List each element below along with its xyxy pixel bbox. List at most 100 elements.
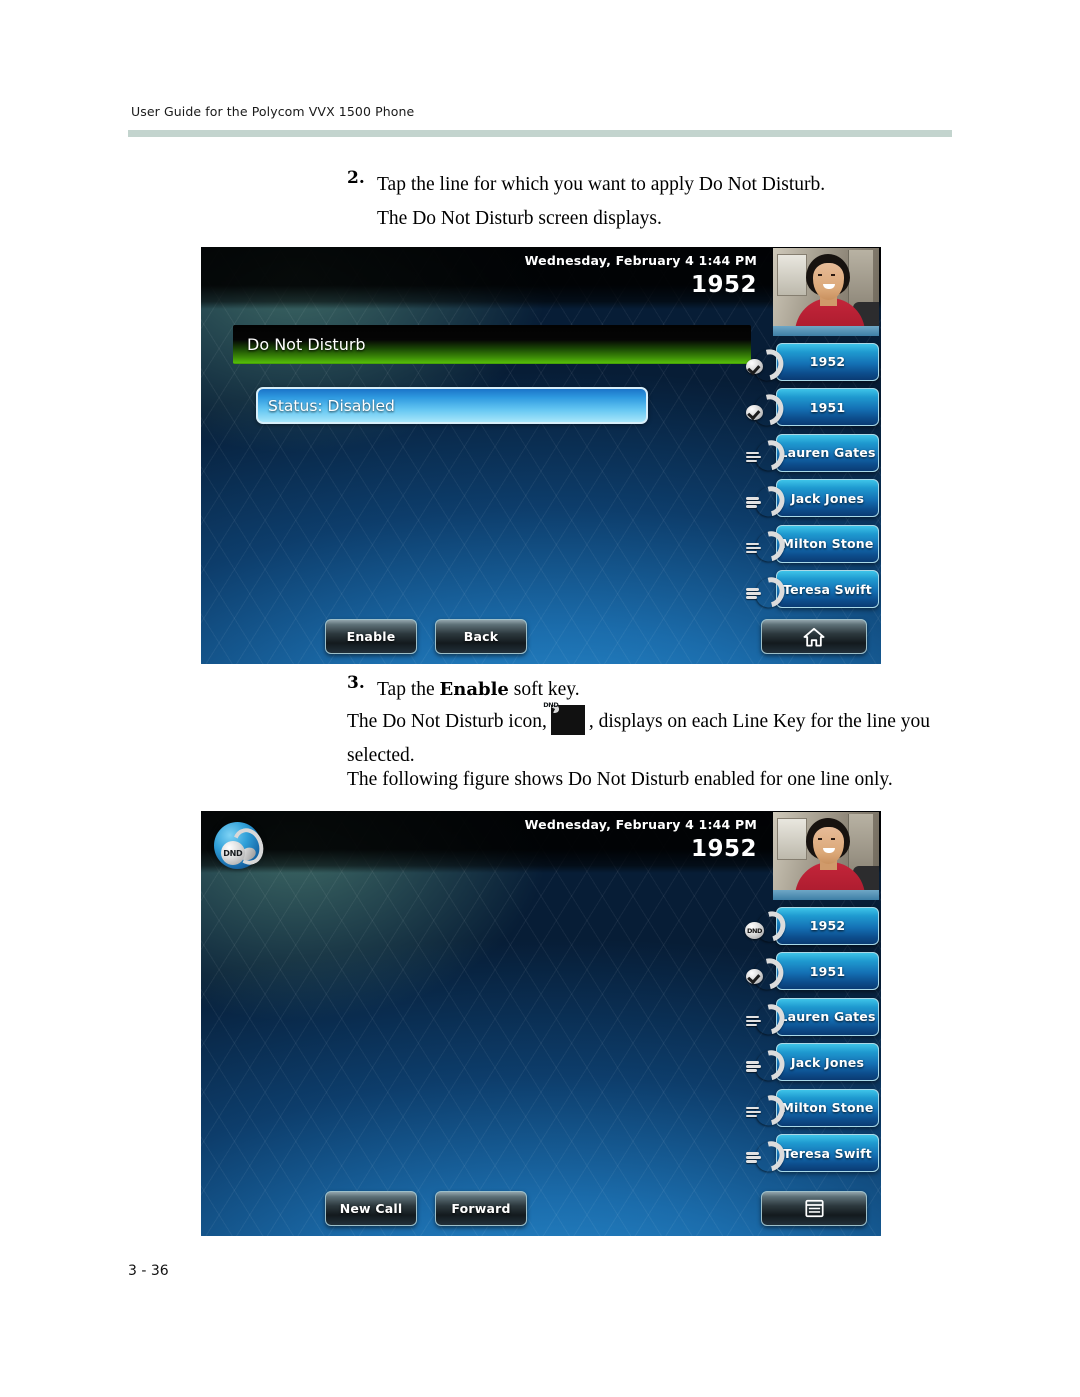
line-key-button: 1951 (776, 952, 879, 991)
video-thumbnail[interactable] (773, 812, 879, 900)
step-2: 2. Tap the line for which you want to ap… (347, 168, 825, 202)
header-divider-rule (128, 130, 952, 137)
dnd-status-badge-icon: DND (214, 822, 268, 869)
soft-key-bar: New Call Forward (201, 1180, 881, 1236)
handset-lines-icon (745, 1044, 791, 1086)
step-3-text-before: Tap the (377, 679, 440, 700)
following-figure-paragraph: The following figure shows Do Not Distur… (347, 769, 893, 790)
video-person-eye-left (818, 274, 822, 276)
step-2-followup: The Do Not Disturb screen displays. (377, 208, 662, 229)
line-key-row[interactable]: 1952 (739, 339, 879, 386)
line-key-button: 1951 (776, 388, 879, 427)
line-key-dnd-label: DND (747, 926, 763, 935)
handset-check-icon (745, 952, 790, 995)
handset-lines-icon (745, 1089, 791, 1132)
line-key-row[interactable]: Jack Jones (739, 1040, 879, 1086)
line-key-button: Milton Stone (776, 1088, 879, 1127)
soft-key-page-list[interactable] (761, 1191, 867, 1226)
video-thumbnail[interactable] (773, 248, 879, 336)
status-extension: 1952 (690, 836, 757, 862)
page-list-icon (804, 1199, 824, 1218)
video-monitor-edge (773, 890, 879, 900)
line-key-row[interactable]: Lauren Gates (739, 994, 879, 1041)
menu-title-label: Do Not Disturb (247, 335, 366, 354)
status-extension: 1952 (690, 272, 757, 298)
line-key-row[interactable]: Teresa Swift (739, 1131, 879, 1177)
phone-screenshot-dnd-enabled: Wednesday, February 4 1:44 PM 1952 DND D… (201, 811, 881, 1236)
handset-dnd-icon: DND (745, 906, 791, 948)
line-key-button: Teresa Swift (776, 570, 879, 609)
handset-lines-icon (745, 480, 791, 522)
handset-lines-icon (745, 1135, 791, 1177)
line-key-button: Jack Jones (776, 1043, 879, 1082)
video-person-eye-right (831, 838, 835, 840)
line-key-row[interactable]: 1951 (739, 385, 879, 431)
handset-check-icon (745, 388, 790, 431)
line-key-label: 1952 (809, 354, 846, 370)
step-2-text: Tap the line for which you want to apply… (377, 174, 826, 195)
step-3-number: 3. (347, 673, 365, 693)
line-key-label: Jack Jones (790, 490, 865, 506)
video-person-eye-right (831, 274, 835, 276)
handset-lines-icon (745, 434, 791, 477)
home-icon (803, 627, 825, 647)
line-key-label: 1952 (809, 918, 846, 934)
line-key-row[interactable]: DND 1952 (739, 903, 879, 949)
page-number-footer: 3 - 36 (128, 1263, 169, 1279)
soft-key-back[interactable]: Back (435, 619, 527, 654)
soft-key-label: New Call (339, 1201, 403, 1216)
line-key-label: 1951 (809, 399, 846, 415)
line-key-label: Jack Jones (790, 1054, 865, 1070)
line-key-button: 1952 (776, 342, 879, 381)
video-monitor-edge (773, 326, 879, 336)
line-key-row[interactable]: Milton Stone (739, 1085, 879, 1132)
line-key-label: 1951 (809, 963, 846, 979)
line-key-label: Lauren Gates (779, 1009, 876, 1025)
line-key-column: 1952 1951 Lauren Gates Jack Jones Milton (739, 339, 879, 613)
line-key-button: Teresa Swift (776, 1134, 879, 1173)
dnd-icon: DND (543, 701, 585, 735)
video-door (848, 814, 873, 874)
soft-key-home[interactable] (761, 619, 867, 654)
page-header-title: User Guide for the Polycom VVX 1500 Phon… (131, 104, 415, 119)
step-2-number: 2. (347, 168, 365, 188)
line-key-row[interactable]: Jack Jones (739, 476, 879, 522)
soft-key-forward[interactable]: Forward (435, 1191, 527, 1226)
status-list-row[interactable]: Status: Disabled (256, 387, 648, 424)
phone-screenshot-do-not-disturb-menu: Wednesday, February 4 1:44 PM 1952 Do No… (201, 247, 881, 664)
video-door (848, 250, 873, 310)
line-key-button: Lauren Gates (776, 433, 879, 472)
line-key-label: Teresa Swift (783, 581, 872, 597)
line-key-label: Lauren Gates (779, 445, 876, 461)
step-3-bold-enable: Enable (439, 679, 509, 700)
dnd-icon-paragraph-before: The Do Not Disturb icon, (347, 711, 547, 732)
line-key-button: Jack Jones (776, 479, 879, 518)
line-key-button: Milton Stone (776, 524, 879, 563)
handset-check-icon (745, 343, 790, 386)
status-datetime: Wednesday, February 4 1:44 PM (524, 817, 757, 832)
menu-title-bar: Do Not Disturb (233, 325, 751, 364)
handset-lines-icon (745, 571, 791, 613)
handset-lines-icon (745, 525, 791, 568)
line-key-label: Teresa Swift (783, 1145, 872, 1161)
handset-lines-icon (745, 998, 791, 1041)
status-list-row-label: Status: Disabled (268, 396, 395, 415)
soft-key-new-call[interactable]: New Call (325, 1191, 417, 1226)
line-key-row[interactable]: Milton Stone (739, 521, 879, 568)
dnd-badge-label: DND (223, 848, 243, 858)
line-key-label: Milton Stone (781, 1100, 874, 1116)
soft-key-enable[interactable]: Enable (325, 619, 417, 654)
soft-key-label: Forward (451, 1201, 511, 1216)
line-key-label: Milton Stone (781, 536, 874, 552)
line-key-row[interactable]: Teresa Swift (739, 567, 879, 613)
soft-key-bar: Enable Back (201, 608, 881, 664)
video-window (777, 818, 807, 860)
soft-key-label: Back (463, 629, 499, 644)
line-key-row[interactable]: 1951 (739, 949, 879, 995)
line-key-button: Lauren Gates (776, 997, 879, 1036)
soft-key-label: Enable (346, 629, 396, 644)
line-key-row[interactable]: Lauren Gates (739, 430, 879, 477)
line-key-button: 1952 (776, 906, 879, 945)
video-person-eye-left (818, 838, 822, 840)
status-datetime: Wednesday, February 4 1:44 PM (524, 253, 757, 268)
